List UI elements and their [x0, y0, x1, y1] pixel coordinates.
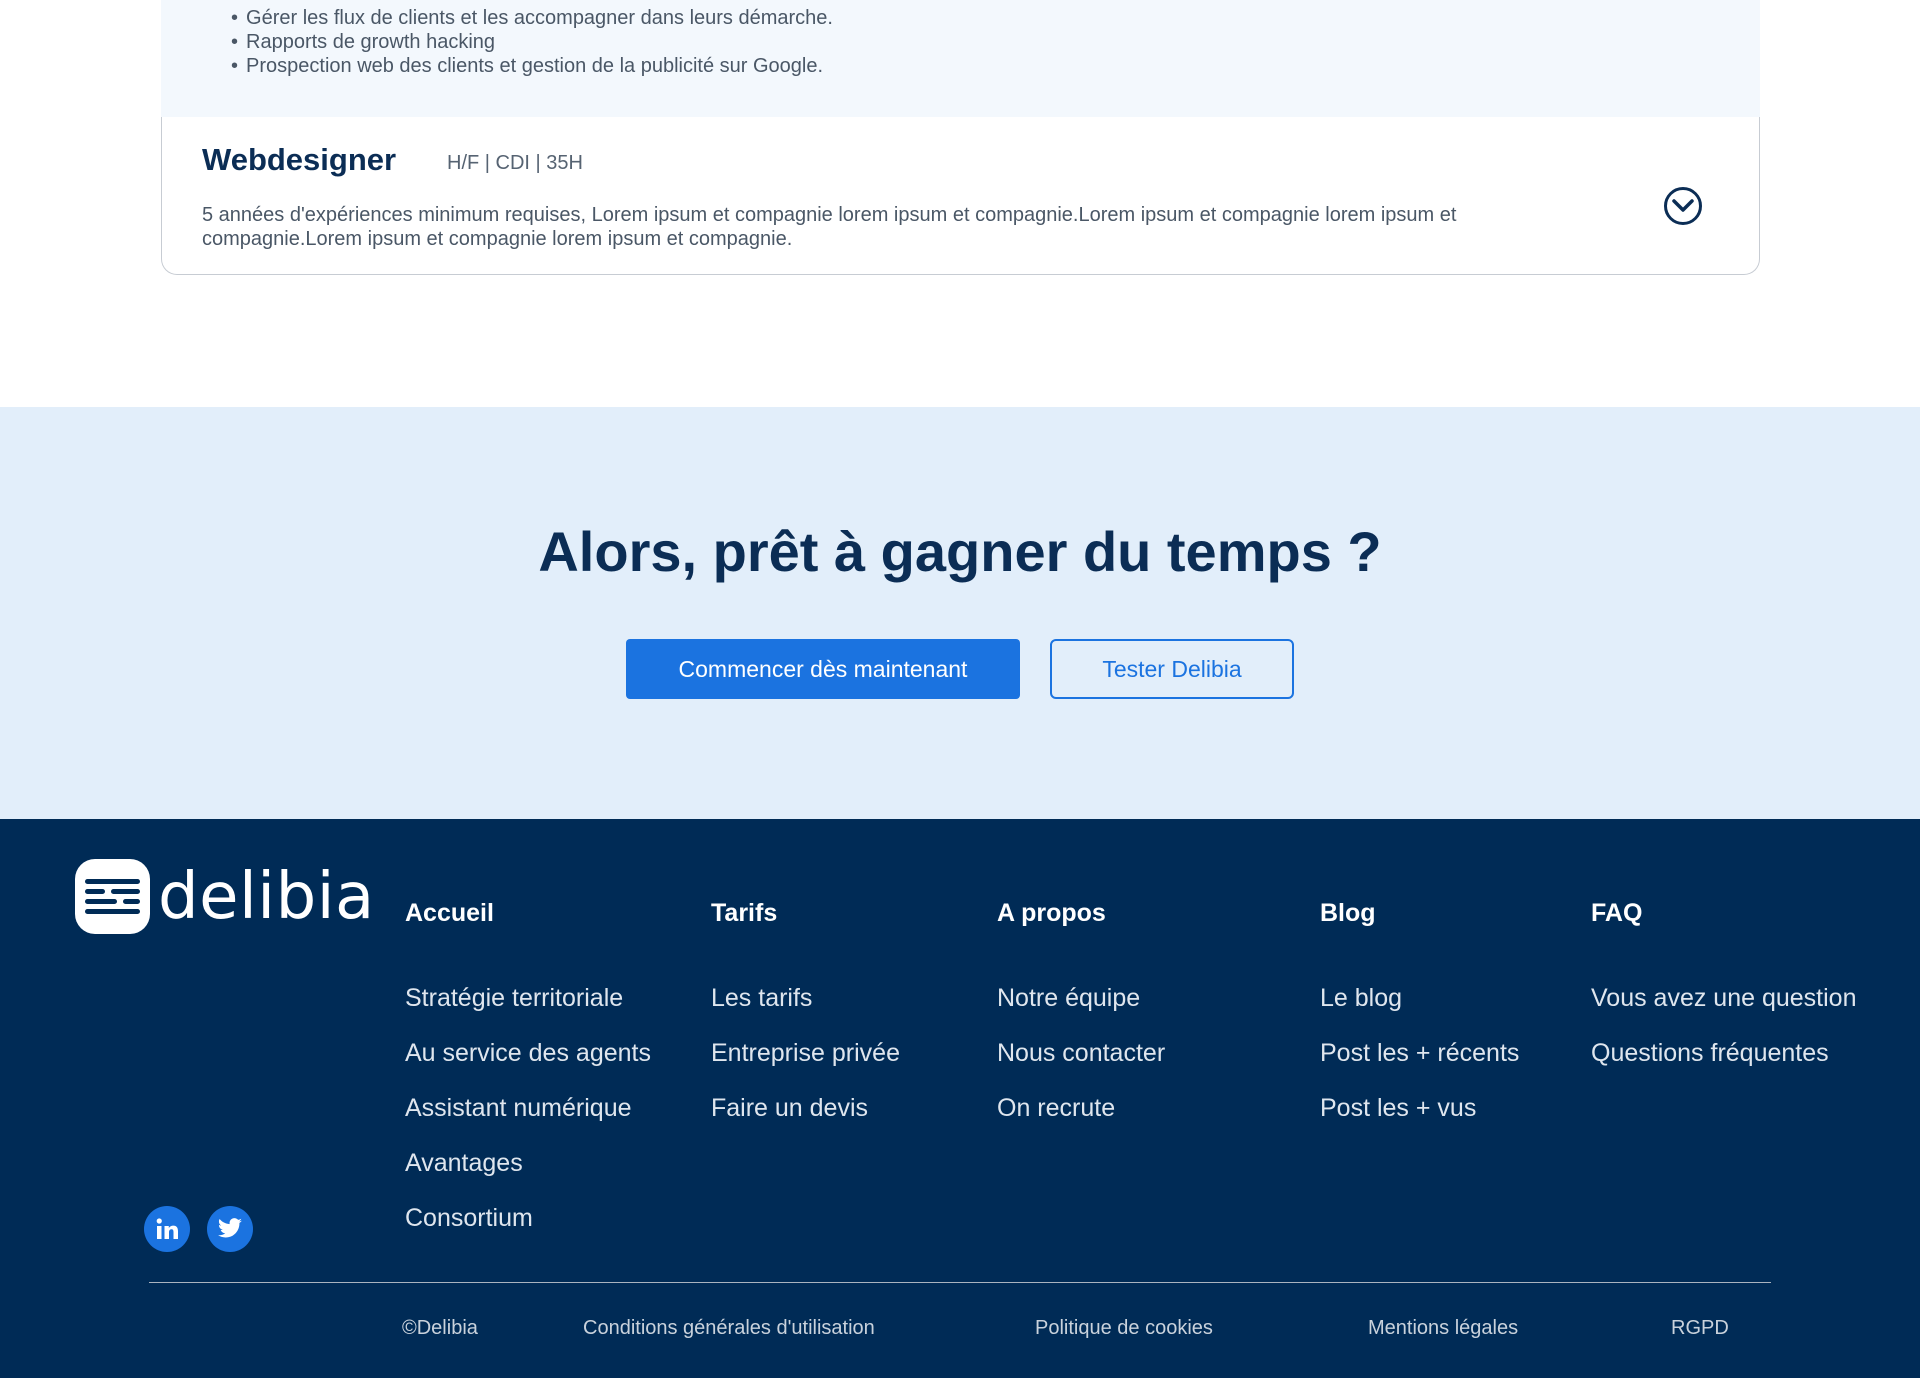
- job-description: 5 années d'expériences minimum requises,…: [202, 204, 1457, 250]
- expand-toggle-button[interactable]: [1664, 187, 1702, 225]
- footer-link[interactable]: Questions fréquentes: [1591, 1038, 1856, 1093]
- copyright-text: ©Delibia: [402, 1317, 478, 1339]
- footer-link[interactable]: Consortium: [405, 1203, 651, 1258]
- brand-name: delibia: [158, 859, 375, 934]
- footer-link[interactable]: Les tarifs: [711, 983, 900, 1038]
- twitter-button[interactable]: [207, 1206, 253, 1252]
- footer-link[interactable]: Au service des agents: [405, 1038, 651, 1093]
- footer-logo[interactable]: delibia: [75, 859, 375, 934]
- footer-column-accueil: Accueil Stratégie territoriale Au servic…: [405, 899, 651, 1258]
- cookies-policy-link[interactable]: Politique de cookies: [1035, 1317, 1213, 1340]
- rgpd-link[interactable]: RGPD: [1671, 1317, 1729, 1340]
- linkedin-icon: [156, 1218, 178, 1239]
- terms-link[interactable]: Conditions générales d'utilisation: [583, 1317, 875, 1340]
- footer-column-title[interactable]: Accueil: [405, 899, 651, 933]
- start-now-button[interactable]: Commencer dès maintenant: [626, 639, 1020, 699]
- twitter-icon: [218, 1218, 242, 1238]
- job-title: Webdesigner: [202, 142, 397, 177]
- cta-section: Alors, prêt à gagner du temps ? Commence…: [0, 407, 1920, 819]
- footer-link[interactable]: Entreprise privée: [711, 1038, 900, 1093]
- try-delibia-button[interactable]: Tester Delibia: [1050, 639, 1294, 699]
- job-details-expanded: Gérer les flux de clients et les accompa…: [161, 0, 1760, 118]
- legal-notice-link[interactable]: Mentions légales: [1368, 1317, 1518, 1340]
- footer-link[interactable]: On recrute: [997, 1093, 1165, 1148]
- footer-link[interactable]: Vous avez une question: [1591, 983, 1856, 1038]
- list-item: Gérer les flux de clients et les accompa…: [231, 6, 833, 30]
- footer-link[interactable]: Post les + récents: [1320, 1038, 1519, 1093]
- footer-link[interactable]: Avantages: [405, 1148, 651, 1203]
- footer-link[interactable]: Notre équipe: [997, 983, 1165, 1038]
- footer-column-title[interactable]: Blog: [1320, 899, 1519, 933]
- footer-link[interactable]: Stratégie territoriale: [405, 983, 651, 1038]
- list-item: Rapports de growth hacking: [231, 30, 833, 54]
- footer-column-title[interactable]: FAQ: [1591, 899, 1856, 933]
- footer-link[interactable]: Le blog: [1320, 983, 1519, 1038]
- cta-title: Alors, prêt à gagner du temps ?: [538, 520, 1382, 583]
- list-item: Prospection web des clients et gestion d…: [231, 54, 833, 78]
- footer-column-blog: Blog Le blog Post les + récents Post les…: [1320, 899, 1519, 1148]
- footer-column-a-propos: A propos Notre équipe Nous contacter On …: [997, 899, 1165, 1148]
- footer-link[interactable]: Assistant numérique: [405, 1093, 651, 1148]
- job-card-webdesigner[interactable]: Webdesigner H/F | CDI | 35H 5 années d'e…: [161, 117, 1760, 275]
- logo-icon: [75, 859, 150, 934]
- chevron-down-icon: [1672, 199, 1694, 212]
- footer-column-tarifs: Tarifs Les tarifs Entreprise privée Fair…: [711, 899, 900, 1148]
- footer-link[interactable]: Post les + vus: [1320, 1093, 1519, 1148]
- footer-column-title[interactable]: A propos: [997, 899, 1165, 933]
- job-responsibilities-list: Gérer les flux de clients et les accompa…: [231, 6, 833, 78]
- footer-column-title[interactable]: Tarifs: [711, 899, 900, 933]
- footer-link[interactable]: Nous contacter: [997, 1038, 1165, 1093]
- footer-link[interactable]: Faire un devis: [711, 1093, 900, 1148]
- footer-divider: [149, 1282, 1771, 1283]
- job-meta: H/F | CDI | 35H: [447, 152, 583, 174]
- footer: delibia Accueil Stratégie territoriale A…: [0, 819, 1920, 1378]
- linkedin-button[interactable]: [144, 1206, 190, 1252]
- footer-column-faq: FAQ Vous avez une question Questions fré…: [1591, 899, 1856, 1093]
